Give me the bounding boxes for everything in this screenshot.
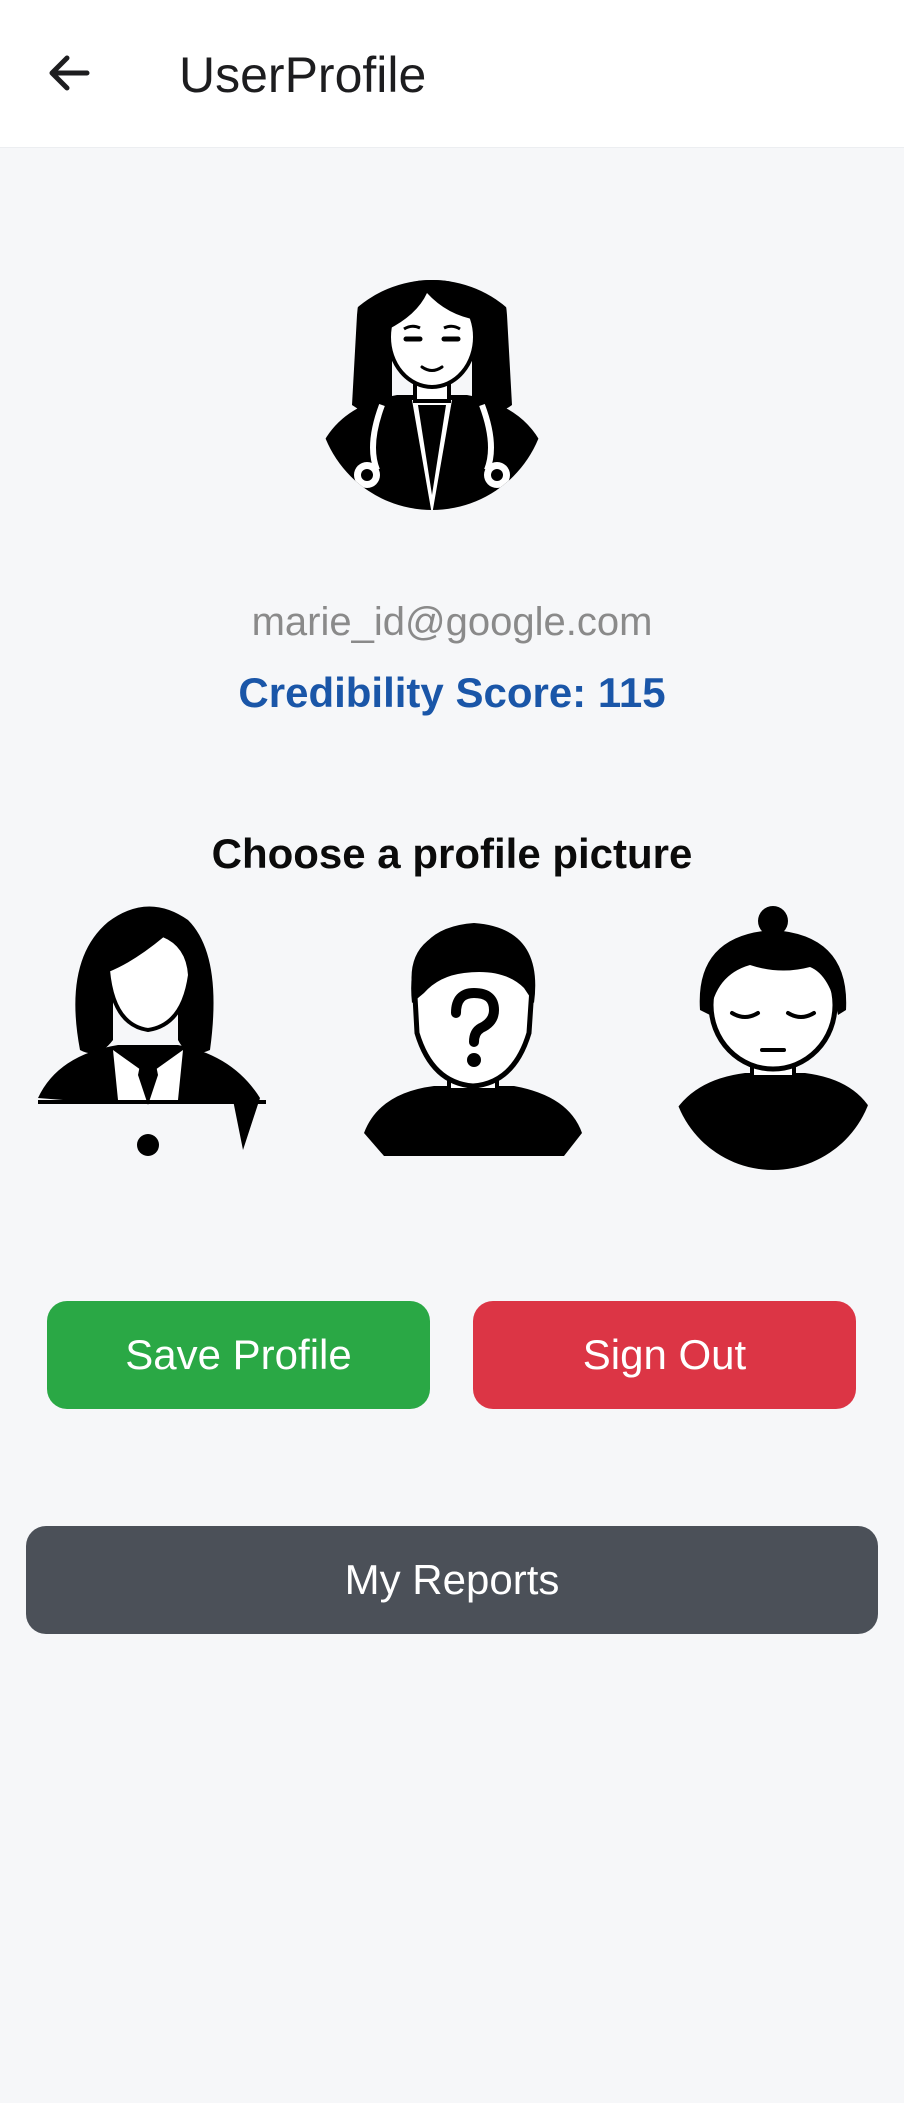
- unknown-man-avatar-icon: [364, 923, 582, 1156]
- businesswoman-avatar-icon: [38, 906, 266, 1156]
- save-profile-button[interactable]: Save Profile: [47, 1301, 430, 1409]
- my-reports-button[interactable]: My Reports: [26, 1526, 878, 1634]
- back-button[interactable]: [30, 34, 108, 112]
- credibility-score: Credibility Score: 115: [238, 669, 666, 716]
- user-email: marie_id@google.com: [251, 600, 653, 644]
- sign-out-button[interactable]: Sign Out: [473, 1301, 856, 1409]
- app-bar: UserProfile: [0, 0, 904, 148]
- avatar-option-3[interactable]: [670, 905, 876, 1170]
- avatar-option-1[interactable]: [38, 900, 266, 1165]
- choose-picture-heading: Choose a profile picture: [211, 830, 693, 877]
- avatar-option-2[interactable]: [364, 918, 582, 1156]
- arrow-left-icon: [49, 55, 90, 91]
- page-title: UserProfile: [179, 47, 427, 103]
- woman-bun-avatar-icon: [671, 906, 875, 1170]
- doctor-woman-avatar-icon: [322, 280, 542, 510]
